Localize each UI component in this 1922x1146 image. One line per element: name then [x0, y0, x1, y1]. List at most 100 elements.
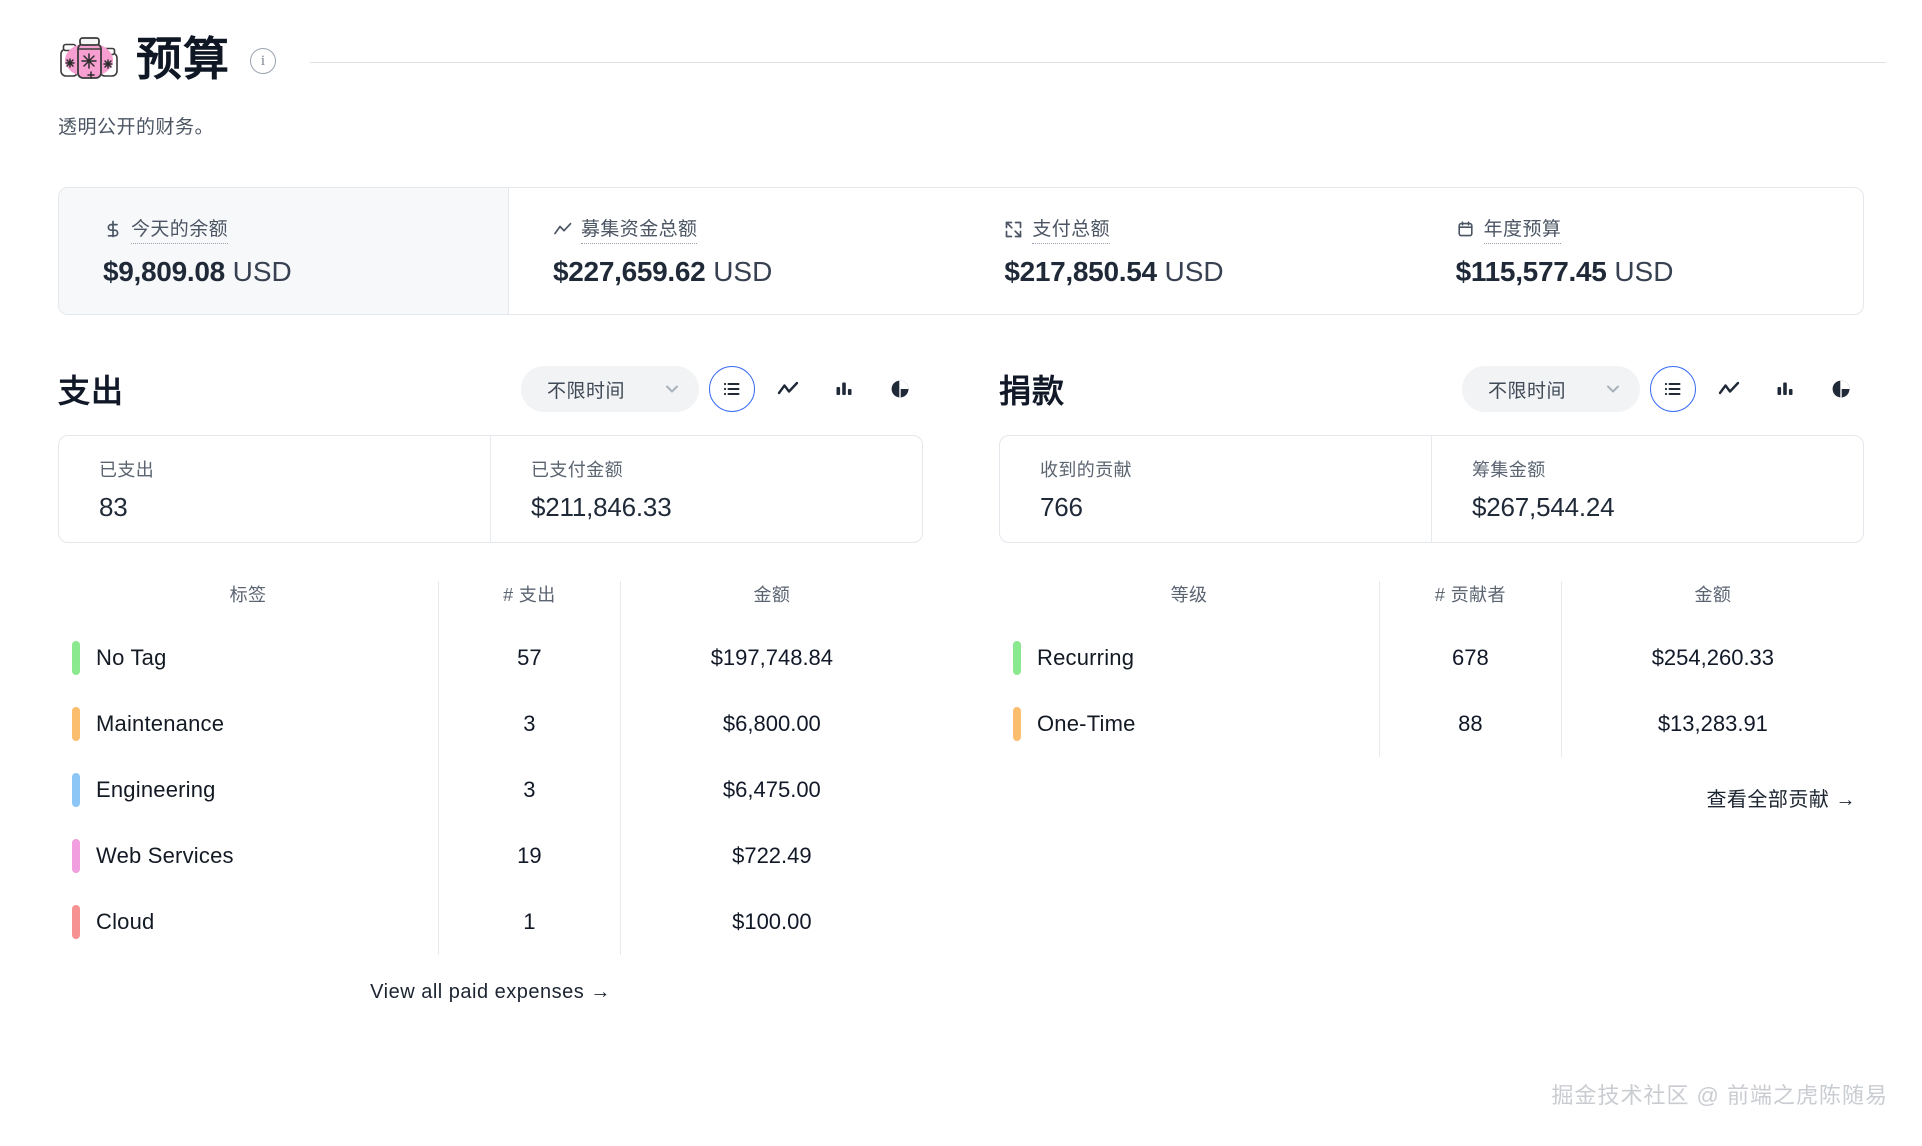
tag-color-swatch: [72, 707, 80, 741]
column-header-tier: 等级: [999, 581, 1380, 625]
donations-summary-count: 收到的贡献 766: [1000, 436, 1431, 542]
chevron-down-icon: [663, 380, 681, 398]
expense-count: 19: [439, 823, 621, 889]
table-header-row: 标签 # 支出 金额: [58, 581, 923, 625]
expand-icon: [1004, 220, 1023, 239]
tag-color-swatch: [72, 773, 80, 807]
info-circle-icon[interactable]: i: [250, 48, 276, 74]
column-header-count: # 支出: [439, 581, 621, 625]
trending-up-icon: [553, 220, 572, 239]
dollar-icon: [103, 220, 122, 239]
table-row[interactable]: Recurring 678 $254,260.33: [999, 625, 1864, 691]
list-view-icon: [1662, 378, 1684, 400]
stat-label-text: 募集资金总额: [581, 214, 697, 244]
expense-amount: $6,800.00: [620, 691, 923, 757]
stat-value: $115,577.45 USD: [1456, 256, 1863, 288]
page-title: 预算: [136, 36, 230, 82]
expenses-view-list[interactable]: [709, 366, 755, 412]
tag-label: Maintenance: [96, 711, 224, 737]
stat-today-balance: 今天的余额 $9,809.08 USD: [59, 188, 509, 314]
pie-chart-icon: [889, 378, 911, 400]
bar-chart-icon: [833, 378, 855, 400]
expense-amount: $6,475.00: [620, 757, 923, 823]
stat-currency: USD: [713, 256, 772, 287]
summary-value: 766: [1040, 492, 1431, 523]
table-header-row: 等级 # 贡献者 金额: [999, 581, 1864, 625]
table-row[interactable]: Cloud 1 $100.00: [58, 889, 923, 955]
view-all-contributions-link[interactable]: 查看全部贡献 →: [1706, 789, 1856, 811]
donations-footer: 查看全部贡献 →: [999, 757, 1864, 812]
stat-value: $227,659.62 USD: [553, 256, 960, 288]
summary-label: 筹集金额: [1472, 456, 1863, 482]
expenses-header: 支出 不限时间: [58, 359, 923, 419]
tag-color-swatch: [72, 839, 80, 873]
donations-toolbar: 不限时间: [1462, 366, 1864, 412]
page-header: 预算 i: [0, 0, 1922, 86]
summary-value: $267,544.24: [1472, 492, 1863, 523]
tag-label: Cloud: [96, 909, 154, 935]
expenses-toolbar: 不限时间: [521, 366, 923, 412]
donations-view-bar[interactable]: [1762, 366, 1808, 412]
contribution-amount: $254,260.33: [1561, 625, 1864, 691]
expenses-table: 标签 # 支出 金额 No Tag 57 $197,748.84: [58, 581, 923, 955]
expense-amount: $722.49: [620, 823, 923, 889]
tag-label: Engineering: [96, 777, 216, 803]
tag-label: Web Services: [96, 843, 234, 869]
line-chart-icon: [776, 378, 800, 400]
donations-period-select[interactable]: 不限时间: [1462, 366, 1640, 412]
donations-summary-card: 收到的贡献 766 筹集金额 $267,544.24: [999, 435, 1864, 543]
view-all-paid-expenses-link[interactable]: View all paid expenses →: [370, 981, 611, 1003]
column-header-count: # 贡献者: [1380, 581, 1562, 625]
table-row[interactable]: Maintenance 3 $6,800.00: [58, 691, 923, 757]
summary-value: 83: [99, 492, 490, 523]
stat-amount: $227,659.62: [553, 256, 705, 287]
stats-bar: 今天的余额 $9,809.08 USD 募集资金总额 $227,659.62 U…: [58, 187, 1864, 315]
expense-count: 1: [439, 889, 621, 955]
donations-view-line[interactable]: [1706, 366, 1752, 412]
stat-currency: USD: [1614, 256, 1673, 287]
donations-section: 捐款 不限时间: [999, 359, 1864, 1004]
table-row[interactable]: No Tag 57 $197,748.84: [58, 625, 923, 691]
line-chart-icon: [1717, 378, 1741, 400]
donations-title: 捐款: [999, 366, 1065, 412]
donations-table-body: Recurring 678 $254,260.33 One-Time 88 $1…: [999, 625, 1864, 757]
stat-label-text: 年度预算: [1484, 214, 1562, 244]
expense-count: 3: [439, 757, 621, 823]
stat-label: 支付总额: [1004, 214, 1411, 244]
stat-amount: $9,809.08: [103, 256, 225, 287]
table-row[interactable]: One-Time 88 $13,283.91: [999, 691, 1864, 757]
budget-page: 预算 i 透明公开的财务。 今天的余额 $9,809.08 USD: [0, 0, 1922, 1146]
contribution-amount: $13,283.91: [1561, 691, 1864, 757]
summary-value: $211,846.33: [531, 492, 922, 523]
table-row[interactable]: Web Services 19 $722.49: [58, 823, 923, 889]
stat-value: $217,850.54 USD: [1004, 256, 1411, 288]
stat-label-text: 今天的余额: [131, 214, 228, 244]
watermark: 掘金技术社区 @ 前端之虎陈随易: [1551, 1078, 1888, 1110]
expense-count: 3: [439, 691, 621, 757]
page-subtitle: 透明公开的财务。: [0, 86, 1922, 139]
bar-chart-icon: [1774, 378, 1796, 400]
expenses-section: 支出 不限时间: [58, 359, 923, 1004]
column-header-tag: 标签: [58, 581, 439, 625]
expenses-view-line[interactable]: [765, 366, 811, 412]
donations-view-list[interactable]: [1650, 366, 1696, 412]
donations-header: 捐款 不限时间: [999, 359, 1864, 419]
expenses-view-pie[interactable]: [877, 366, 923, 412]
stat-label: 年度预算: [1456, 214, 1863, 244]
stat-currency: USD: [1165, 256, 1224, 287]
stat-total-paid: 支付总额 $217,850.54 USD: [960, 188, 1411, 314]
expense-amount: $197,748.84: [620, 625, 923, 691]
expenses-footer: View all paid expenses →: [58, 955, 923, 1004]
stat-value: $9,809.08 USD: [103, 256, 508, 288]
tag-color-swatch: [72, 641, 80, 675]
mason-jars-icon: [58, 32, 120, 86]
summary-label: 已支出: [99, 456, 490, 482]
expenses-view-bar[interactable]: [821, 366, 867, 412]
header-divider: [310, 62, 1886, 63]
donations-summary-amount: 筹集金额 $267,544.24: [1431, 436, 1863, 542]
stat-currency: USD: [233, 256, 292, 287]
donations-view-pie[interactable]: [1818, 366, 1864, 412]
expenses-period-select[interactable]: 不限时间: [521, 366, 699, 412]
table-row[interactable]: Engineering 3 $6,475.00: [58, 757, 923, 823]
summary-label: 已支付金额: [531, 456, 922, 482]
